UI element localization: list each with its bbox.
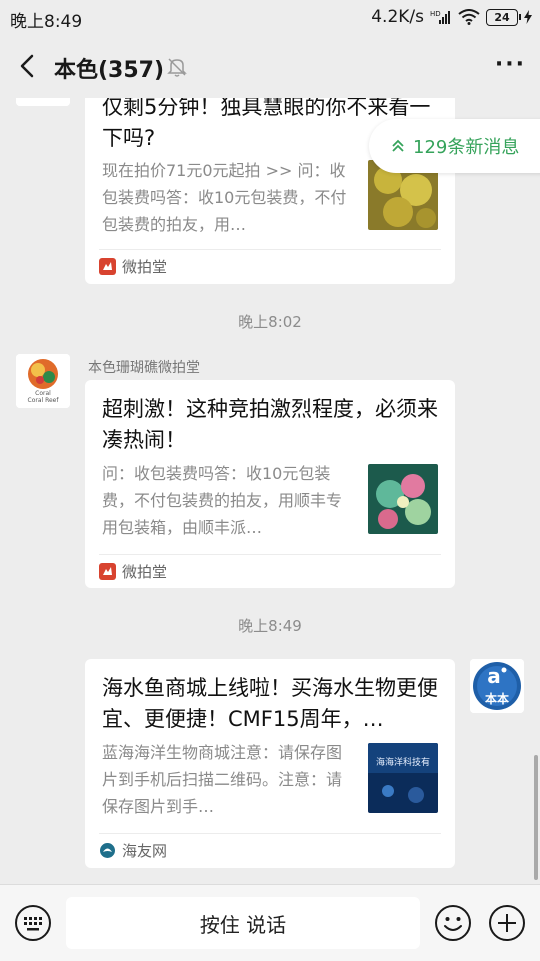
new-messages-button[interactable]: 129条新消息 [369, 119, 540, 173]
card-divider [99, 249, 441, 250]
more-options-icon[interactable]: ··· [495, 52, 526, 77]
source-label: 微拍堂 [122, 258, 168, 276]
message-card[interactable]: 超刺激！这种竞拍激烈程度，必须来凑热闹！ 问：收包装费吗答：收10元包装费，不付… [85, 380, 455, 588]
back-icon[interactable] [14, 52, 42, 80]
svg-text:本本: 本本 [485, 691, 509, 706]
chat-header: 本色(357) ··· [0, 34, 540, 98]
svg-text:Coral: Coral [35, 390, 51, 397]
chat-title: 本色(357) [54, 58, 165, 83]
net-speed: 4.2K/s [371, 7, 424, 27]
card-source: 微拍堂 [99, 256, 167, 277]
keyboard-icon[interactable] [14, 904, 52, 942]
source-label: 海友网 [122, 842, 168, 860]
message-card[interactable]: 海水鱼商城上线啦！买海水生物更便宜、更便捷！CMF15周年，… 蓝海海洋生物商城… [85, 659, 455, 868]
source-label: 微拍堂 [122, 563, 168, 581]
sender-avatar[interactable]: Coral Coral Reef [16, 354, 70, 408]
haiyouwang-icon [99, 842, 116, 859]
sender-avatar: Coral Reef [16, 98, 70, 106]
sender-name: 本色珊瑚礁微拍堂 [88, 360, 200, 376]
card-divider [99, 554, 441, 555]
status-right: 4.2K/s HD 24 [371, 7, 532, 27]
double-chevron-up-icon [392, 139, 404, 152]
svg-text:海海洋科技有: 海海洋科技有 [376, 756, 430, 768]
signal-icon: HD [430, 10, 450, 24]
card-source: 海友网 [99, 840, 167, 861]
new-messages-label: 129条新消息 [413, 137, 520, 158]
card-description: 问：收包装费吗答：收10元包装费，不付包装费的拍友，用顺丰专用包装箱，由顺丰派… [102, 464, 343, 537]
charging-icon [524, 10, 532, 24]
coral-reef-logo-icon: Coral Reef [16, 98, 70, 106]
svg-text:a: a [487, 664, 501, 688]
mute-bell-icon [167, 58, 187, 77]
self-avatar[interactable]: a 本本 [470, 659, 524, 713]
input-bar: 按住 说话 [0, 884, 540, 961]
card-description: 现在拍价71元0元起拍 >> 问：收包装费吗答：收10元包装费，不付包装费的拍友… [102, 161, 347, 234]
hold-to-talk-button[interactable]: 按住 说话 [66, 897, 420, 949]
svg-text:HD: HD [430, 10, 441, 18]
timestamp: 晚上8:49 [238, 617, 302, 635]
status-bar: 晚上8:49 4.2K/s HD 24 [0, 0, 540, 34]
battery-icon: 24 [486, 8, 521, 26]
wifi-icon [458, 9, 480, 25]
card-title: 海水鱼商城上线啦！买海水生物更便宜、更便捷！CMF15周年，… [102, 676, 438, 731]
card-title: 超刺激！这种竞拍激烈程度，必须来凑热闹！ [102, 397, 438, 452]
card-thumbnail: 海海洋科技有 [368, 743, 438, 813]
plus-icon[interactable] [488, 904, 526, 942]
user-avatar-icon: a 本本 [470, 659, 524, 713]
card-source: 微拍堂 [99, 561, 167, 582]
weipaitang-icon [99, 563, 116, 580]
card-thumbnail [368, 464, 438, 534]
scrollbar[interactable] [534, 755, 538, 880]
coral-reef-logo-icon: Coral Coral Reef [16, 354, 70, 408]
card-description: 蓝海海洋生物商城注意：请保存图片到手机后扫描二维码。注意：请保存图片到手… [102, 743, 343, 816]
emoji-icon[interactable] [434, 904, 472, 942]
weipaitang-icon [99, 258, 116, 275]
card-divider [99, 833, 441, 834]
status-time: 晚上8:49 [10, 12, 83, 32]
timestamp: 晚上8:02 [238, 313, 302, 331]
chat-area: Coral Reef 仅剩5分钟！独具慧眼的你不来看一下吗? 现在拍价71元0元… [0, 98, 540, 884]
svg-text:Coral Reef: Coral Reef [28, 397, 60, 404]
